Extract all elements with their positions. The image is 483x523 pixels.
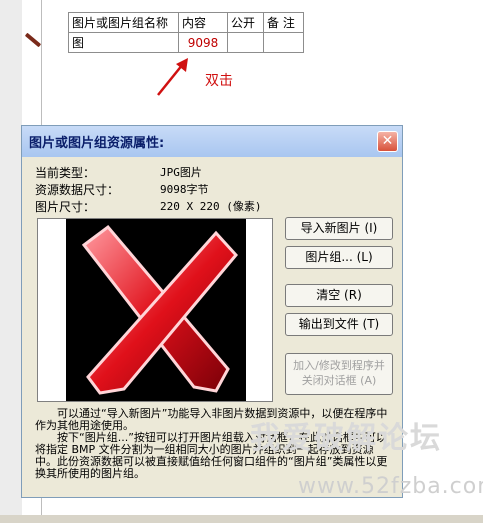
- preview-image: [66, 219, 246, 401]
- image-group-button[interactable]: 图片组... (L): [285, 246, 393, 269]
- info-key: 当前类型：: [35, 166, 96, 180]
- cell-public[interactable]: [227, 32, 264, 53]
- add-close-line2: 关闭对话框 (A): [301, 374, 377, 387]
- editor-gutter: [0, 0, 22, 523]
- double-click-label: 双击: [205, 73, 233, 89]
- pencil-icon: [24, 32, 42, 48]
- header-public: 公开: [227, 12, 264, 33]
- cell-note[interactable]: [263, 32, 304, 53]
- watermark-title: 我爱破解论坛: [250, 421, 442, 456]
- table-row[interactable]: 图 9098: [68, 32, 304, 53]
- header-note: 备 注: [263, 12, 304, 33]
- info-value: JPG图片: [160, 166, 202, 179]
- import-image-button[interactable]: 导入新图片 (I): [285, 217, 393, 240]
- info-value: 220 X 220 (像素): [160, 200, 262, 213]
- bottom-scroll-strip: [0, 515, 483, 523]
- close-icon[interactable]: ✕: [377, 131, 398, 152]
- resource-table: 图片或图片组名称 内容 公开 备 注 图 9098: [68, 12, 304, 53]
- red-x-icon: [81, 224, 238, 395]
- add-close-line1: 加入/修改到程序并: [293, 359, 385, 372]
- info-value: 9098字节: [160, 183, 209, 196]
- watermark-url: www.52fzba.com: [298, 474, 483, 499]
- header-content: 内容: [178, 12, 228, 33]
- cell-name[interactable]: 图: [68, 32, 179, 53]
- dialog-titlebar[interactable]: 图片或图片组资源属性: ✕: [22, 126, 402, 157]
- arrow-annotation-icon: [157, 58, 188, 96]
- image-preview: [37, 218, 273, 402]
- info-key: 图片尺寸：: [35, 200, 96, 214]
- table-header-row: 图片或图片组名称 内容 公开 备 注: [68, 12, 304, 33]
- dialog-title: 图片或图片组资源属性:: [29, 136, 165, 151]
- header-name: 图片或图片组名称: [68, 12, 179, 33]
- add-and-close-button[interactable]: 加入/修改到程序并 关闭对话框 (A): [285, 353, 393, 395]
- cell-content[interactable]: 9098: [178, 32, 228, 53]
- info-key: 资源数据尺寸：: [35, 183, 120, 197]
- clear-button[interactable]: 清空 (R): [285, 284, 393, 307]
- export-to-file-button[interactable]: 输出到文件 (T): [285, 313, 393, 336]
